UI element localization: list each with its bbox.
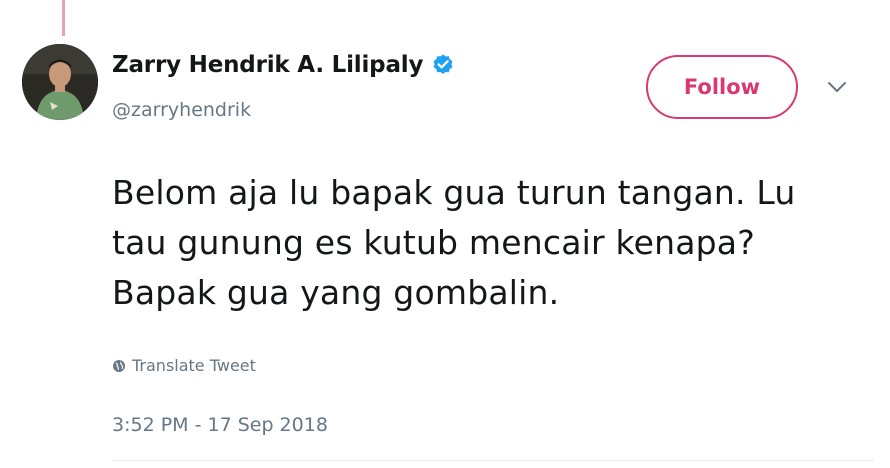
avatar[interactable]	[22, 44, 98, 120]
chevron-down-icon[interactable]	[826, 80, 848, 94]
user-avatar-photo-icon	[22, 44, 98, 120]
translate-tweet-label[interactable]: Translate Tweet	[132, 356, 256, 375]
user-handle[interactable]: @zarryhendrik	[112, 99, 251, 121]
translate-tweet-link[interactable]: Translate Tweet	[112, 356, 256, 375]
thread-connector-line	[62, 0, 65, 36]
divider	[112, 460, 874, 461]
tweet-text-line: tau gunung es kutub mencair kenapa?	[112, 223, 755, 262]
globe-icon	[113, 359, 125, 372]
tweet-text-line: Belom aja lu bapak gua turun tangan. Lu	[112, 173, 796, 212]
tweet-text-line: Bapak gua yang gombalin.	[112, 273, 560, 312]
follow-button[interactable]: Follow	[646, 55, 798, 119]
user-name-row: Zarry Hendrik A. Lilipaly	[112, 52, 455, 78]
tweet-text: Belom aja lu bapak gua turun tangan. Lu …	[112, 168, 872, 318]
verified-badge-icon	[433, 54, 453, 74]
display-name[interactable]: Zarry Hendrik A. Lilipaly	[112, 52, 423, 78]
tweet-timestamp[interactable]: 3:52 PM - 17 Sep 2018	[112, 414, 328, 436]
